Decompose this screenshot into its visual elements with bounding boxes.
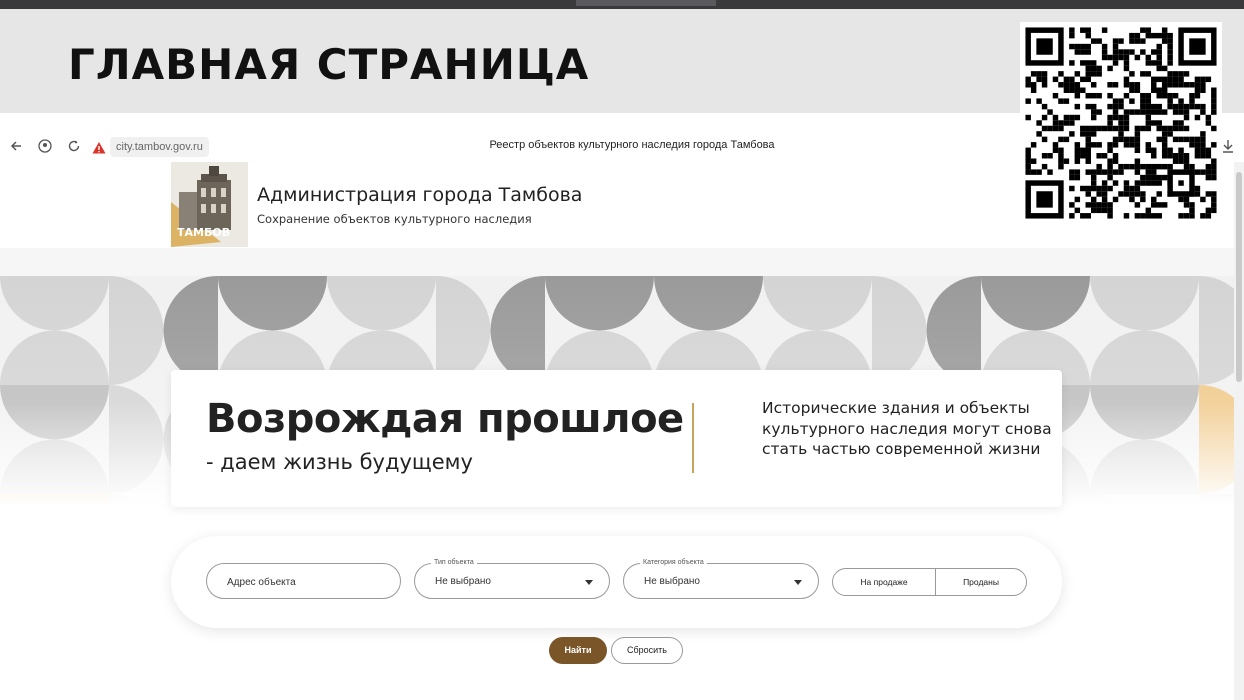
slide-title: ГЛАВНАЯ СТРАНИЦА bbox=[68, 40, 590, 89]
org-subtitle: Сохранение объектов культурного наследия bbox=[257, 212, 532, 226]
browser-top-strip bbox=[0, 0, 1244, 9]
page-scrollbar[interactable] bbox=[1234, 162, 1244, 700]
object-type-select[interactable]: Тип объекта Не выбрано bbox=[414, 558, 610, 599]
logo-text: ТАМБОВ bbox=[177, 226, 230, 239]
find-button[interactable]: Найти bbox=[549, 637, 607, 664]
toggle-on-sale[interactable]: На продаже bbox=[833, 569, 935, 595]
scrollbar-thumb[interactable] bbox=[1236, 172, 1242, 382]
toggle-sold[interactable]: Проданы bbox=[936, 569, 1026, 595]
object-category-value: Не выбрано bbox=[644, 576, 700, 587]
sale-status-toggle: На продаже Проданы bbox=[832, 568, 1027, 596]
download-icon[interactable] bbox=[1222, 139, 1234, 157]
object-type-value: Не выбрано bbox=[435, 576, 491, 587]
hero-divider bbox=[692, 403, 694, 473]
address-input[interactable]: Адрес объекта bbox=[206, 563, 401, 599]
address-placeholder: Адрес объекта bbox=[227, 577, 296, 588]
chevron-down-icon bbox=[794, 580, 802, 585]
hero-subheadline: - даем жизнь будущему bbox=[206, 450, 473, 474]
chevron-down-icon bbox=[585, 580, 593, 585]
hero-description: Исторические здания и объекты культурног… bbox=[762, 399, 1052, 458]
qr-code bbox=[1020, 22, 1222, 224]
browser-tab-hint[interactable] bbox=[576, 0, 716, 6]
reset-button[interactable]: Сбросить bbox=[611, 637, 683, 664]
header-spacer bbox=[0, 248, 1234, 276]
org-name: Администрация города Тамбова bbox=[257, 184, 583, 206]
site-logo[interactable]: ТАМБОВ bbox=[171, 162, 248, 247]
object-category-select[interactable]: Категория объекта Не выбрано bbox=[623, 558, 819, 599]
hero-headline: Возрождая прошлое bbox=[206, 396, 684, 442]
